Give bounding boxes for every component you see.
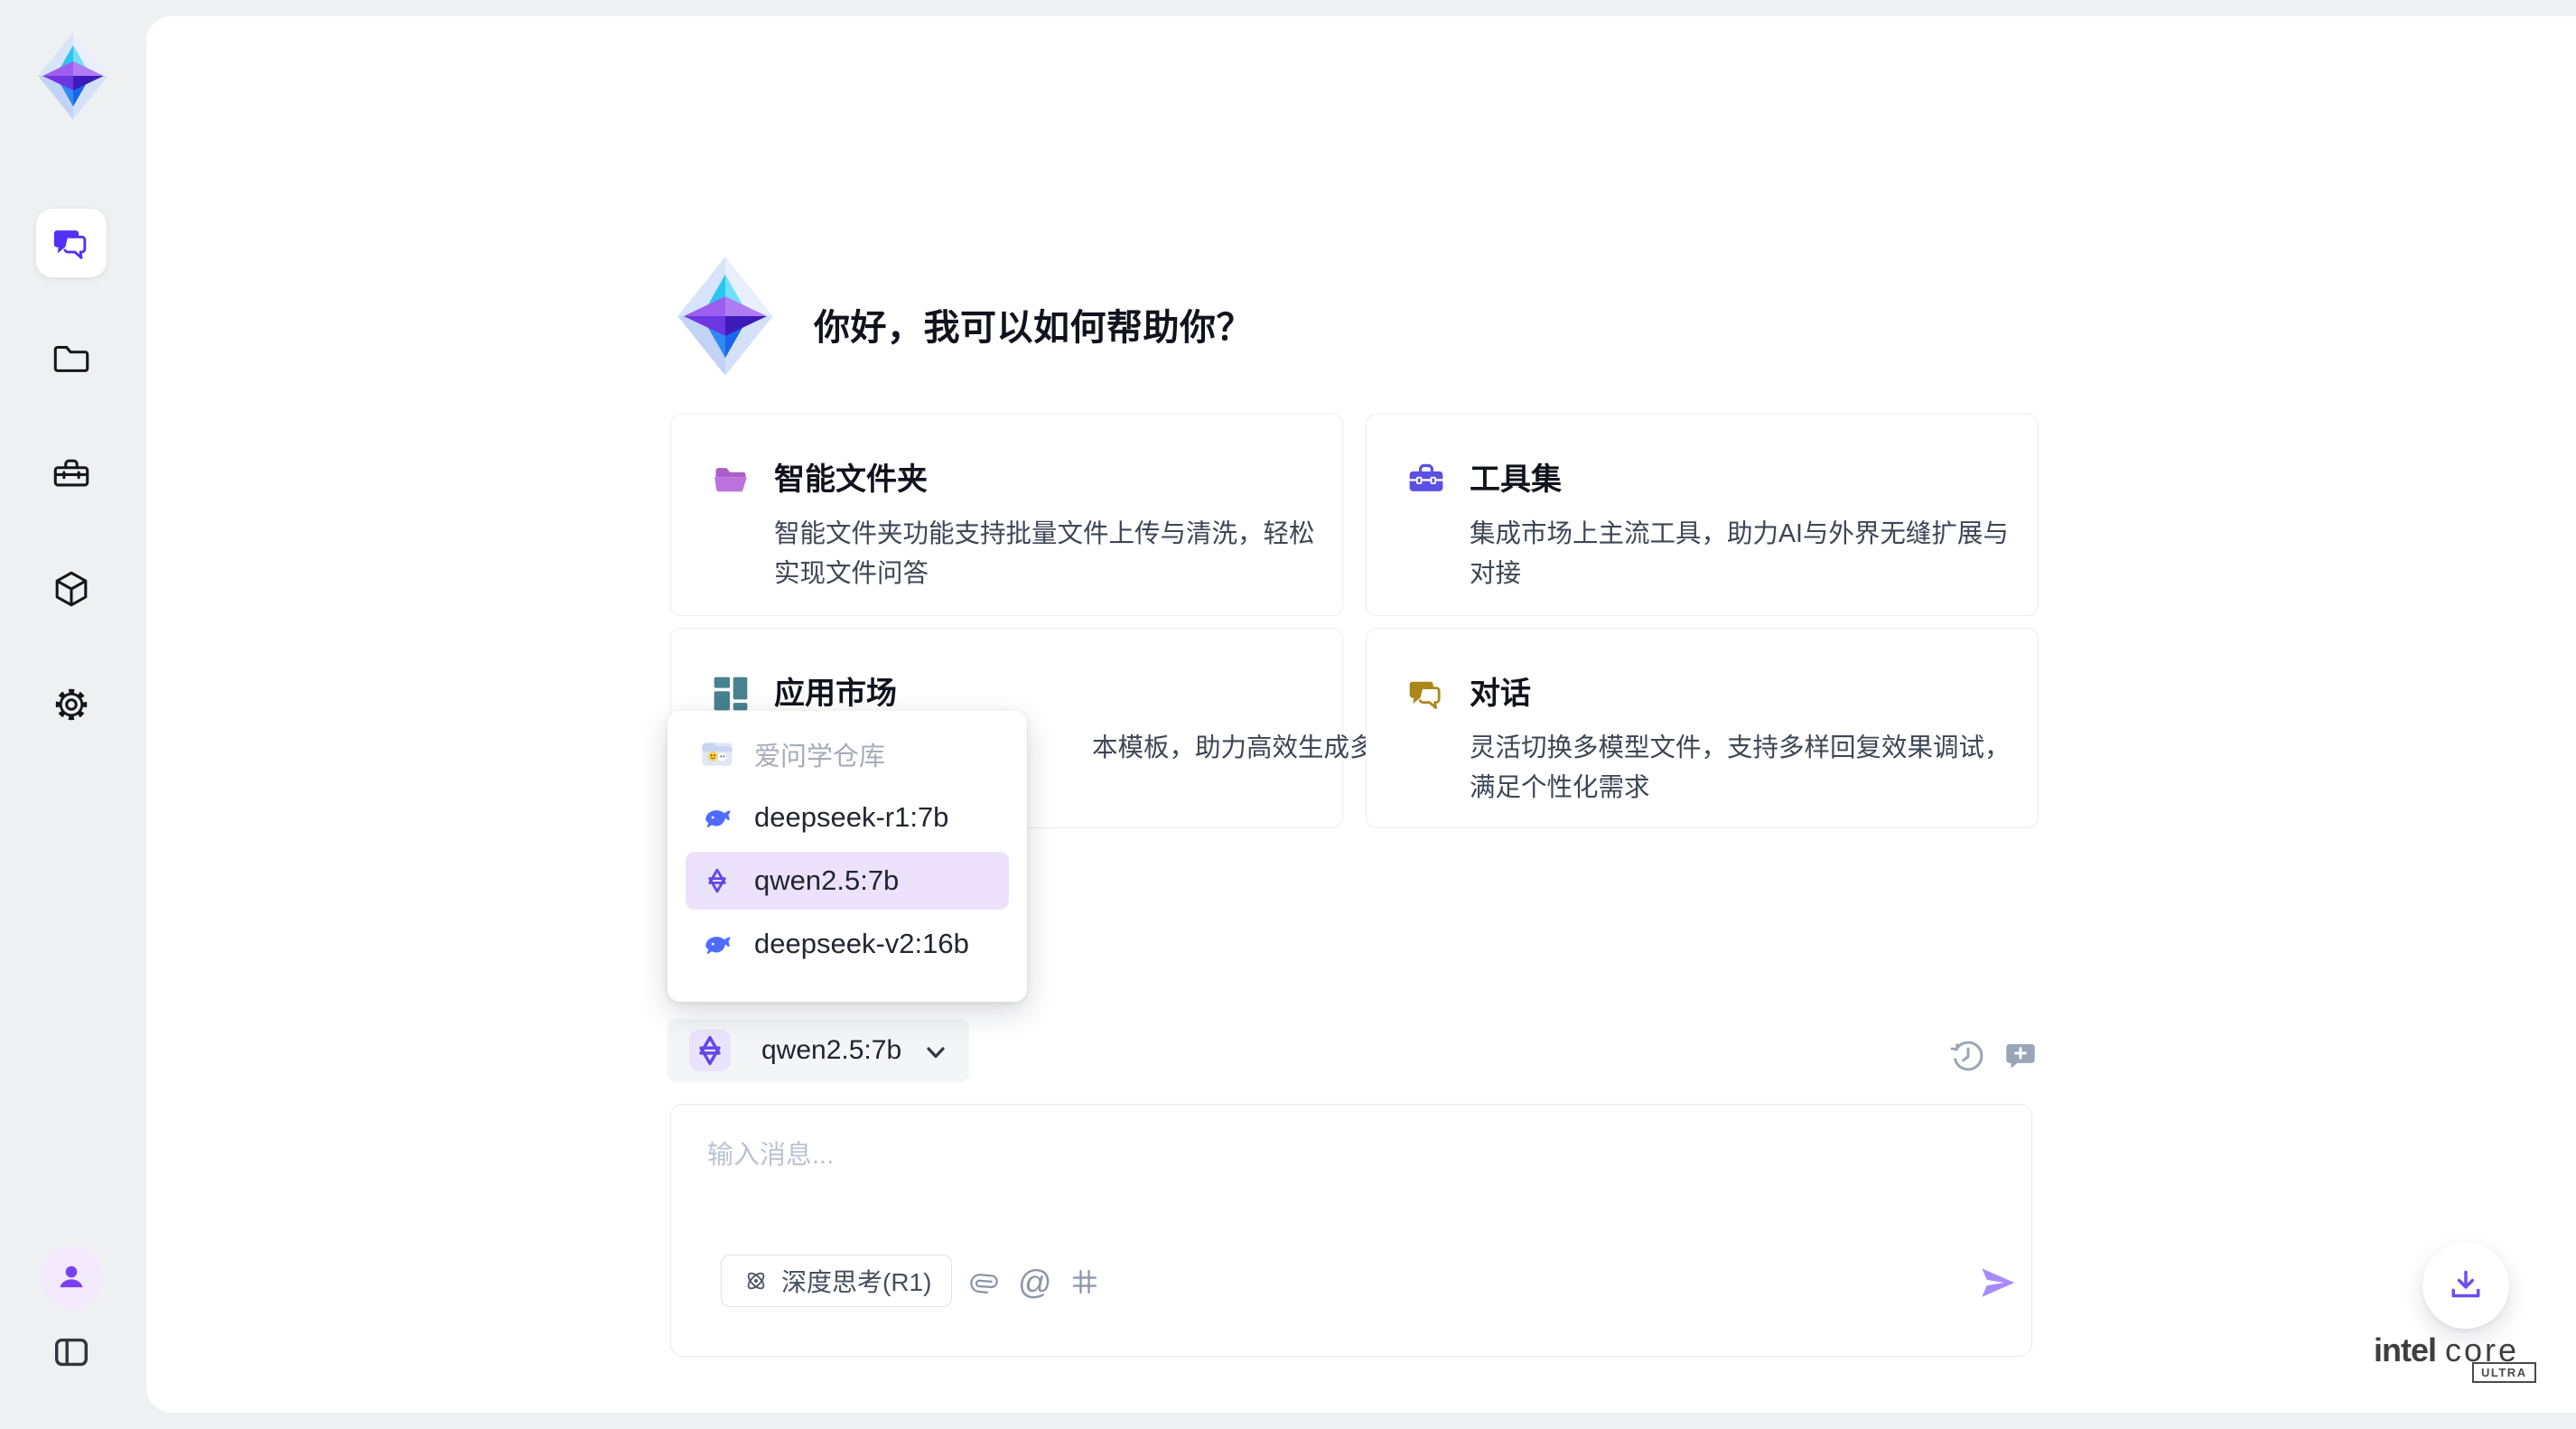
chevron-down-icon — [922, 1041, 949, 1064]
sidebar — [0, 0, 146, 1429]
folder-open-icon — [711, 460, 751, 500]
folder-icon — [51, 337, 92, 378]
message-input[interactable] — [705, 1132, 1703, 1235]
toolbox-filled-icon — [1406, 460, 1446, 500]
cube-icon — [51, 568, 92, 610]
model-option-deepseek-v2[interactable]: deepseek-v2:16b — [686, 915, 1009, 973]
card-title: 对话 — [1470, 674, 1531, 714]
card-description: 灵活切换多模型文件，支持多样回复效果调试，满足个性化需求 — [1470, 728, 2021, 808]
toolbox-icon — [51, 453, 92, 494]
card-title: 工具集 — [1470, 460, 1562, 500]
model-dropdown: 爱问学仓库 deepseek-r1:7b qwen2.5:7b d — [667, 711, 1027, 1002]
app-logo-icon — [30, 31, 117, 121]
repo-thumbnail-icon — [700, 737, 734, 771]
sidebar-collapse-button[interactable] — [51, 1331, 92, 1373]
grid-icon[interactable] — [1069, 1266, 1101, 1298]
model-option-label: deepseek-v2:16b — [754, 928, 969, 960]
deep-think-label: 深度思考(R1) — [781, 1263, 931, 1299]
model-option-label: qwen2.5:7b — [754, 864, 899, 897]
ultra-badge: ULTRA — [2472, 1362, 2536, 1383]
deepseek-whale-icon — [700, 927, 734, 961]
download-icon — [2446, 1266, 2486, 1305]
send-icon[interactable] — [1977, 1262, 2019, 1303]
sidebar-item-toolbox[interactable] — [51, 453, 92, 494]
selected-model-label: qwen2.5:7b — [761, 1035, 901, 1066]
user-avatar[interactable] — [40, 1246, 103, 1309]
paperclip-icon[interactable] — [966, 1266, 998, 1298]
message-composer: 深度思考(R1) @ — [670, 1104, 2032, 1357]
sidebar-item-models[interactable] — [51, 568, 92, 610]
feature-card-toolset[interactable]: 工具集 集成市场上主流工具，助力AI与外界无缝扩展与对接 — [1366, 414, 2039, 616]
sidebar-item-folders[interactable] — [51, 337, 92, 378]
at-icon[interactable]: @ — [1018, 1264, 1052, 1302]
card-title: 智能文件夹 — [774, 460, 928, 500]
greeting-title: 你好，我可以如何帮助你？ — [814, 298, 1253, 350]
model-option-label: deepseek-r1:7b — [754, 801, 948, 834]
sidebar-item-settings[interactable] — [51, 684, 92, 725]
card-description: 智能文件夹功能支持批量文件上传与清洗，轻松实现文件问答 — [774, 514, 1325, 593]
chat-bubbles-icon — [1406, 674, 1446, 714]
dropdown-header-repo: 爱问学仓库 — [686, 725, 1009, 783]
app-grid-icon — [711, 674, 751, 714]
qwen-icon — [700, 864, 734, 898]
feature-card-conversation[interactable]: 对话 灵活切换多模型文件，支持多样回复效果调试，满足个性化需求 — [1366, 628, 2039, 828]
intel-text: intel — [2374, 1331, 2436, 1368]
user-icon — [54, 1260, 89, 1294]
chat-bubbles-icon — [51, 222, 92, 264]
model-option-deepseek-r1[interactable]: deepseek-r1:7b — [686, 789, 1009, 846]
deepseek-whale-icon — [700, 800, 734, 835]
deep-think-toggle-button[interactable]: 深度思考(R1) — [721, 1255, 952, 1307]
new-chat-plus-icon[interactable] — [2002, 1037, 2039, 1075]
panel-toggle-icon — [51, 1331, 92, 1373]
download-button[interactable] — [2422, 1242, 2509, 1329]
app-window: 你好，我可以如何帮助你？ 智能文件夹 智能文件夹功能支持批量文件上传与清洗，轻松… — [0, 0, 2576, 1429]
feature-card-smart-folder[interactable]: 智能文件夹 智能文件夹功能支持批量文件上传与清洗，轻松实现文件问答 — [670, 414, 1343, 616]
qwen-icon — [689, 1030, 731, 1071]
atom-icon — [742, 1266, 770, 1295]
card-description: 集成市场上主流工具，助力AI与外界无缝扩展与对接 — [1470, 514, 2021, 593]
history-icon[interactable] — [1949, 1037, 1987, 1075]
dropdown-header-label: 爱问学仓库 — [754, 735, 885, 773]
card-description: 本模板，助力高效生成多 — [1092, 728, 1327, 768]
card-title: 应用市场 — [774, 674, 897, 714]
sidebar-item-chat[interactable] — [36, 209, 107, 277]
model-option-qwen[interactable]: qwen2.5:7b — [686, 852, 1009, 910]
gear-icon — [51, 684, 92, 725]
hero-logo-icon — [672, 255, 779, 378]
model-selector-button[interactable]: qwen2.5:7b — [667, 1019, 969, 1082]
